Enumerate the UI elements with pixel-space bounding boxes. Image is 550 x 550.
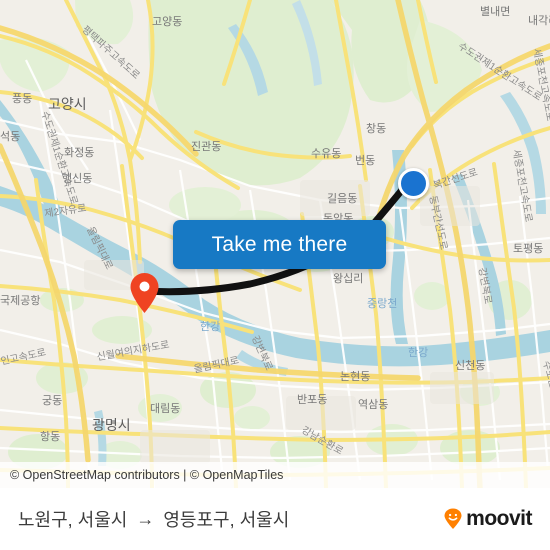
moovit-pin-icon	[444, 508, 462, 529]
route-destination-label: 영등포구, 서울시	[163, 510, 290, 530]
origin-dot-marker[interactable]	[398, 168, 429, 199]
bottom-bar: 노원구, 서울시 → 영등포구, 서울시 moovit	[0, 488, 550, 550]
destination-pin-marker[interactable]	[129, 272, 160, 314]
moovit-map-card: 고양동별내면내각리평택파주고속도로수도권제1순환고속도로세종포천고속도로풍동고양…	[0, 0, 550, 550]
map-canvas[interactable]: 고양동별내면내각리평택파주고속도로수도권제1순환고속도로세종포천고속도로풍동고양…	[0, 0, 550, 488]
moovit-wordmark: moovit	[466, 507, 532, 530]
route-summary: 노원구, 서울시 → 영등포구, 서울시	[18, 506, 289, 532]
moovit-logo[interactable]: moovit	[442, 507, 532, 531]
route-origin-label: 노원구, 서울시	[18, 510, 128, 530]
attribution-text: © OpenStreetMap contributors | © OpenMap…	[10, 468, 284, 482]
arrow-right-icon: →	[136, 508, 155, 529]
take-me-there-button[interactable]: Take me there	[173, 220, 386, 269]
take-me-there-label: Take me there	[211, 232, 348, 256]
map-attribution[interactable]: © OpenStreetMap contributors | © OpenMap…	[0, 462, 550, 488]
destination-pin-icon	[130, 273, 159, 313]
